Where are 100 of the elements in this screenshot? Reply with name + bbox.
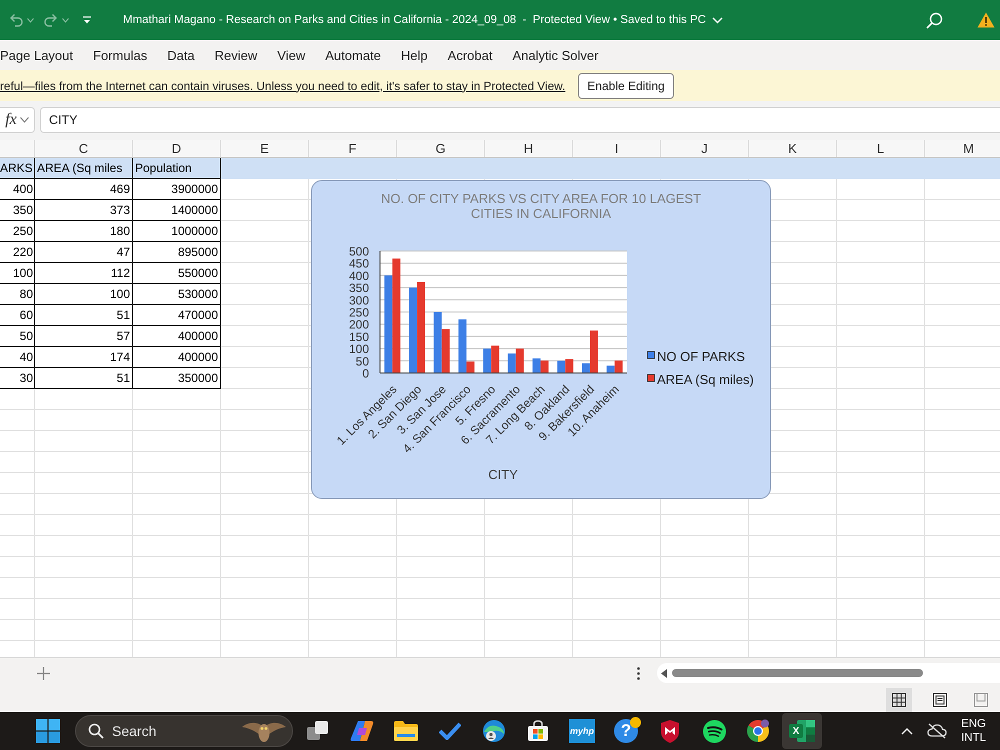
column-header[interactable]: F bbox=[309, 140, 397, 157]
axis-tick-label: 100 bbox=[348, 342, 369, 356]
horizontal-scrollbar[interactable] bbox=[657, 663, 1000, 683]
table-cell: 47 bbox=[35, 242, 133, 263]
legend-label: NO OF PARKS bbox=[657, 349, 745, 364]
table-cell: 220 bbox=[0, 242, 35, 263]
undo-icon bbox=[8, 13, 24, 27]
table-cell: 50 bbox=[0, 326, 35, 347]
ribbon-tab[interactable]: Review bbox=[214, 43, 258, 67]
formula-input[interactable]: CITY bbox=[40, 107, 1000, 133]
ribbon-tab[interactable]: Formulas bbox=[93, 43, 148, 67]
ribbon-tab[interactable]: Acrobat bbox=[448, 43, 492, 67]
axis-tick-label: 50 bbox=[356, 354, 369, 368]
ribbon-tab[interactable]: Help bbox=[400, 43, 428, 67]
folder-icon bbox=[394, 721, 418, 741]
sound-waves-icon bbox=[702, 720, 726, 742]
axis-tick-label: 500 bbox=[348, 244, 369, 258]
axis-tick-label: 450 bbox=[348, 256, 369, 271]
redo-icon bbox=[43, 13, 59, 27]
ribbon-tab[interactable]: Analytic Solver bbox=[512, 43, 598, 67]
axis-tick-label: 400 bbox=[348, 268, 369, 283]
column-header[interactable]: J bbox=[661, 140, 749, 157]
view-button[interactable] bbox=[886, 688, 912, 712]
dropdown-icon[interactable] bbox=[82, 16, 92, 24]
enable-editing-button[interactable]: Enable Editing bbox=[578, 72, 674, 98]
scrollbar-thumb[interactable] bbox=[672, 669, 923, 677]
more-options-icon[interactable] bbox=[637, 666, 640, 680]
axis-tick-label: 200 bbox=[348, 318, 369, 332]
column-header[interactable]: E bbox=[221, 140, 309, 157]
ribbon-tab[interactable]: Automate bbox=[325, 43, 381, 67]
column-header[interactable]: L bbox=[837, 140, 925, 157]
table-cell: 350 bbox=[0, 200, 35, 221]
bar bbox=[540, 360, 549, 373]
column-header[interactable]: G bbox=[397, 140, 485, 157]
table-cell: AREA (Sq miles bbox=[35, 158, 133, 179]
table-cell: 57 bbox=[35, 326, 133, 347]
search-icon[interactable] bbox=[926, 12, 943, 28]
axis-tick-label: 300 bbox=[348, 293, 369, 308]
ribbon-tab[interactable]: View bbox=[277, 43, 306, 67]
notification-dot-icon bbox=[630, 717, 641, 728]
chart-title: NO. OF CITY PARKS VS CITY AREA FOR 10 LAGEST CITIES IN CALIFORNIA bbox=[380, 191, 702, 221]
shield-icon bbox=[660, 720, 680, 742]
table-cell: 51 bbox=[35, 305, 133, 326]
bar bbox=[532, 358, 541, 373]
warning-icon[interactable] bbox=[977, 12, 995, 28]
column-header[interactable]: C bbox=[35, 140, 133, 157]
scroll-left-icon[interactable] bbox=[661, 668, 667, 678]
windows-logo-icon[interactable] bbox=[36, 719, 60, 743]
add-sheet-icon[interactable] bbox=[37, 666, 50, 680]
table-cell: 250 bbox=[0, 221, 35, 242]
ribbon-tab[interactable]: Page Layout bbox=[0, 43, 74, 67]
table-cell: 60 bbox=[0, 305, 35, 326]
ribbon-icon bbox=[350, 720, 374, 742]
grid-icon bbox=[892, 693, 906, 707]
table-cell: 373 bbox=[35, 200, 133, 221]
table-cell: 895000 bbox=[133, 242, 221, 263]
table-cell: 400000 bbox=[133, 347, 221, 368]
insert-function-button[interactable]: fx bbox=[0, 107, 35, 133]
table-cell: 400000 bbox=[133, 326, 221, 347]
table-cell: 51 bbox=[35, 368, 133, 389]
caret-icon bbox=[62, 18, 69, 22]
table-cell: 1000000 bbox=[133, 221, 221, 242]
table-cell: 3900000 bbox=[133, 179, 221, 200]
axis-tick-label: 150 bbox=[348, 330, 369, 344]
table-cell: 350000 bbox=[133, 368, 221, 389]
bar bbox=[483, 348, 492, 373]
table-cell: 530000 bbox=[133, 284, 221, 305]
ribbon-tab[interactable]: Data bbox=[167, 43, 195, 67]
taskbar-app-button[interactable]: ? bbox=[606, 713, 646, 749]
chevron-down-icon[interactable] bbox=[712, 16, 723, 24]
cloud-off-icon[interactable] bbox=[927, 723, 948, 739]
column-header[interactable]: K bbox=[749, 140, 837, 157]
input-language-button[interactable]: ENG INTL bbox=[961, 717, 986, 745]
chevron-up-icon[interactable] bbox=[901, 728, 914, 734]
axis-tick-label: 250 bbox=[348, 306, 369, 320]
table-cell: Population bbox=[133, 158, 221, 179]
table-cell: 180 bbox=[35, 221, 133, 242]
bar bbox=[491, 346, 500, 373]
table-cell: 470000 bbox=[133, 305, 221, 326]
table-cell: 80 bbox=[0, 284, 35, 305]
checkmark-icon bbox=[439, 722, 461, 740]
search-icon bbox=[88, 723, 104, 739]
search-input[interactable]: Search bbox=[112, 721, 234, 741]
taskbar-search-bar[interactable]: Search bbox=[75, 715, 293, 747]
taskbar-app-button[interactable]: X bbox=[782, 713, 822, 749]
table-cell: 550000 bbox=[133, 263, 221, 284]
window-stack-icon bbox=[307, 720, 329, 742]
table-cell: 469 bbox=[35, 179, 133, 200]
column-header[interactable]: I bbox=[573, 140, 661, 157]
table-cell: 400 bbox=[0, 179, 35, 200]
page-break-icon bbox=[974, 693, 988, 707]
column-header[interactable]: H bbox=[485, 140, 573, 157]
column-header[interactable]: M bbox=[925, 140, 1000, 157]
warning-message-link[interactable]: reful—files from the Internet can contain viruses. Unless you need to edit, it's safer to stay in Protected View. bbox=[0, 78, 566, 92]
table-cell: 30 bbox=[0, 368, 35, 389]
table-cell: 40 bbox=[0, 347, 35, 368]
page-icon bbox=[933, 693, 947, 707]
column-header[interactable]: D bbox=[133, 140, 221, 157]
segmented-circle-icon bbox=[746, 719, 770, 743]
table-cell: 100 bbox=[35, 284, 133, 305]
